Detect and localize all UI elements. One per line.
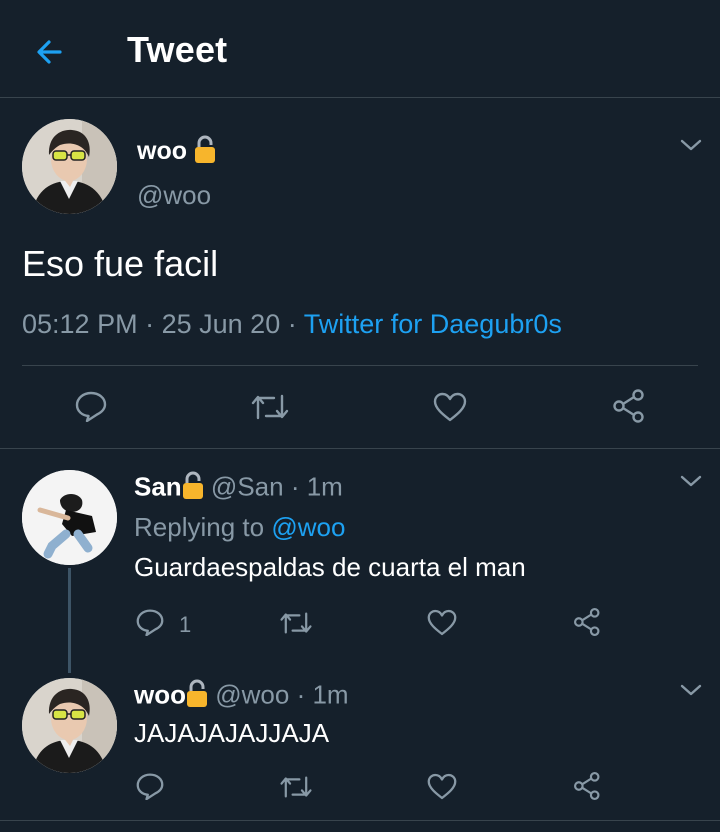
reply-text: Guardaespaldas de cuarta el man bbox=[134, 552, 526, 582]
display-name[interactable]: woo bbox=[134, 679, 186, 709]
reply-count: 1 bbox=[179, 611, 192, 637]
reply-time: · 1m bbox=[290, 471, 343, 502]
retweet-icon[interactable] bbox=[250, 392, 290, 427]
back-arrow-icon[interactable] bbox=[30, 32, 70, 72]
replying-to: Replying to @woo bbox=[134, 512, 345, 543]
tweet-date: 25 Jun 20 bbox=[161, 309, 281, 339]
like-icon[interactable] bbox=[433, 392, 467, 427]
retweet-icon[interactable] bbox=[279, 774, 313, 805]
tweet-text: Eso fue facil bbox=[22, 243, 219, 284]
lock-icon bbox=[186, 678, 208, 715]
replying-label: Replying to bbox=[134, 512, 265, 542]
reply-text: JAJAJAJAJJAJA bbox=[134, 718, 330, 748]
reply-button[interactable]: 1 bbox=[135, 608, 191, 641]
reply-icon[interactable] bbox=[74, 390, 108, 427]
avatar-woo[interactable] bbox=[22, 678, 117, 773]
meta-separator: · bbox=[145, 309, 155, 339]
page-title: Tweet bbox=[127, 29, 228, 70]
retweet-icon[interactable] bbox=[279, 610, 313, 641]
tweet-client-link[interactable]: Twitter for Daegubr0s bbox=[304, 309, 562, 339]
lock-icon bbox=[182, 470, 204, 507]
replying-to-link[interactable]: @woo bbox=[271, 512, 345, 542]
share-icon[interactable] bbox=[612, 389, 648, 428]
divider bbox=[0, 448, 720, 449]
divider bbox=[0, 820, 720, 821]
lock-icon bbox=[194, 134, 216, 171]
avatar-san[interactable] bbox=[22, 470, 117, 565]
chevron-down-icon[interactable] bbox=[680, 474, 702, 488]
reply-icon bbox=[135, 608, 165, 641]
handle[interactable]: @woo bbox=[137, 180, 211, 211]
like-icon[interactable] bbox=[427, 609, 457, 641]
display-name[interactable]: woo bbox=[137, 134, 216, 171]
chevron-down-icon[interactable] bbox=[680, 138, 702, 152]
chevron-down-icon[interactable] bbox=[680, 683, 702, 697]
tweet-time: 05:12 PM bbox=[22, 309, 138, 339]
divider bbox=[22, 365, 698, 366]
reply-header: woo @woo · 1m bbox=[134, 678, 349, 715]
avatar-woo[interactable] bbox=[22, 119, 117, 214]
reply-icon[interactable] bbox=[135, 772, 165, 805]
top-bar: Tweet bbox=[0, 0, 720, 98]
tweet-meta: 05:12 PM · 25 Jun 20 · Twitter for Daegu… bbox=[22, 309, 562, 340]
meta-separator: · bbox=[287, 309, 297, 339]
handle[interactable]: @woo bbox=[215, 679, 289, 709]
handle[interactable]: @San bbox=[211, 471, 284, 501]
share-icon[interactable] bbox=[573, 771, 603, 806]
reply-time: · 1m bbox=[296, 679, 349, 710]
display-name[interactable]: San bbox=[134, 471, 182, 501]
reply-header: San @San · 1m bbox=[134, 470, 343, 507]
thread-line bbox=[68, 568, 71, 673]
share-icon[interactable] bbox=[573, 607, 603, 642]
like-icon[interactable] bbox=[427, 773, 457, 805]
